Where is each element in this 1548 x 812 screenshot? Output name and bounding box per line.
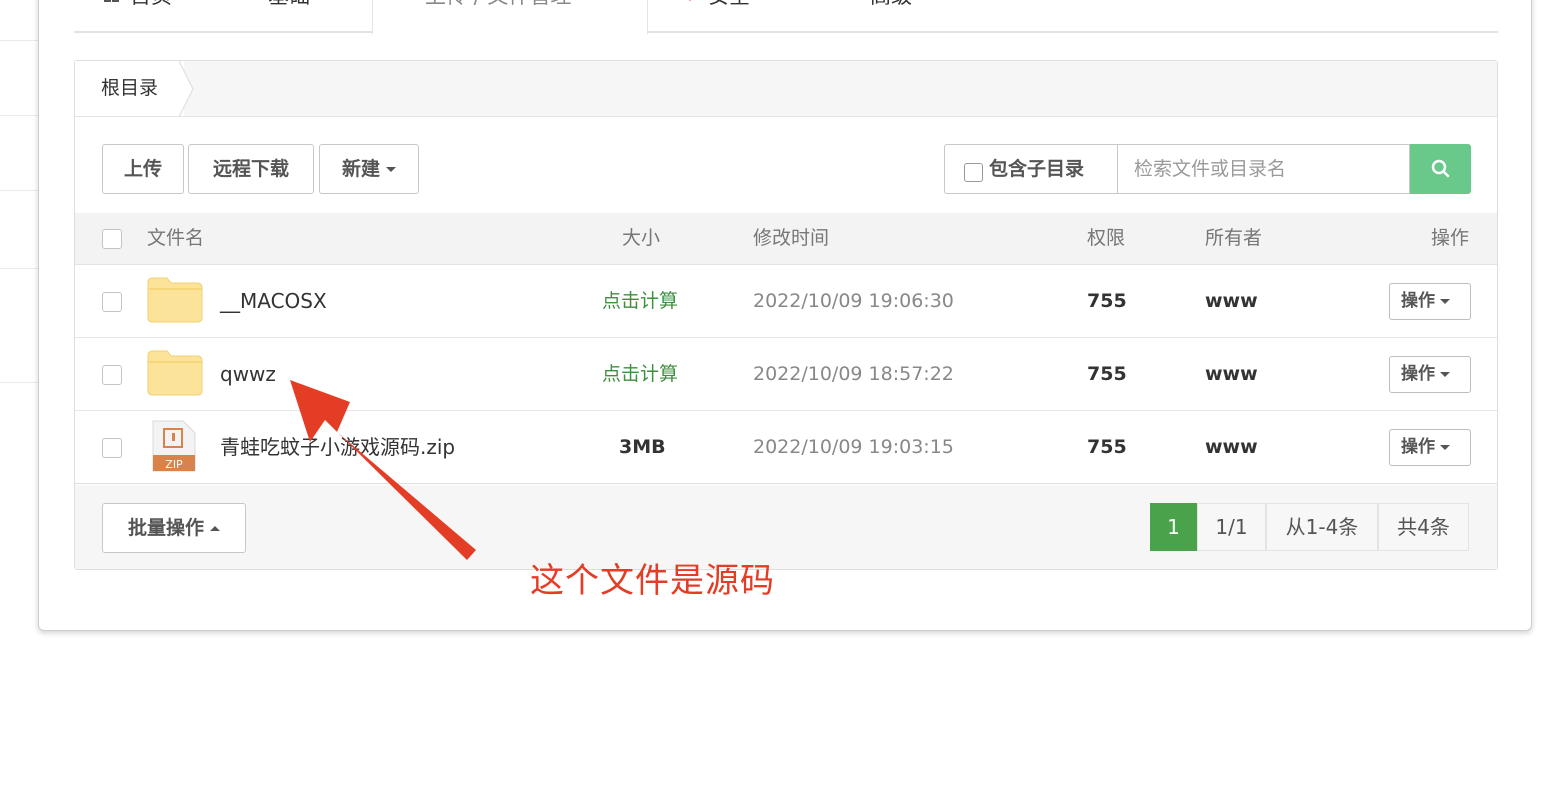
batch-label: 批量操作 — [127, 517, 204, 539]
page-current[interactable]: 1 — [1150, 503, 1197, 551]
row-action-button[interactable]: 操作 — [1389, 283, 1471, 320]
chevron-down-icon — [844, 0, 860, 1]
batch-operation-button[interactable]: 批量操作 — [102, 503, 246, 553]
table-row[interactable]: qwwz 点击计算 2022/10/09 18:57:22 755 www 操作 — [75, 338, 1497, 411]
header-op: 操作 — [1431, 227, 1470, 249]
tab-label: 首页 — [130, 0, 172, 8]
file-manager-modal: 首页 基础 上传 / 文件管理 安全 高级 根目录 — [38, 0, 1532, 631]
zip-icon-text: ZIP — [165, 458, 183, 471]
row-action-label: 操作 — [1401, 437, 1435, 457]
annotation-text: 这个文件是源码 — [530, 561, 775, 601]
row-action-button[interactable]: 操作 — [1389, 429, 1471, 466]
divider — [0, 115, 40, 116]
tab-label: 基础 — [268, 0, 310, 8]
permission[interactable]: 755 — [1087, 338, 1127, 410]
row-checkbox[interactable] — [102, 438, 122, 458]
caret-down-icon — [1440, 444, 1450, 450]
divider — [0, 190, 40, 191]
tab-security[interactable]: 安全 — [682, 0, 750, 33]
caret-down-icon — [1440, 298, 1450, 304]
tab-label: 高级 — [870, 0, 912, 8]
header-perm[interactable]: 权限 — [1087, 213, 1125, 263]
select-all-checkbox[interactable] — [102, 229, 122, 249]
tab-file-manager[interactable]: 上传 / 文件管理 — [372, 0, 648, 35]
owner[interactable]: www — [1205, 265, 1258, 337]
home-icon — [104, 0, 120, 2]
table-row[interactable]: __MACOSX 点击计算 2022/10/09 19:06:30 755 ww… — [75, 265, 1497, 338]
file-name[interactable]: 青蛙吃蚊子小游戏源码.zip — [220, 411, 455, 483]
include-subdir-checkbox[interactable] — [964, 163, 983, 182]
page-total: 共4条 — [1378, 503, 1469, 551]
folder-icon — [147, 350, 203, 400]
file-name[interactable]: __MACOSX — [220, 265, 327, 337]
file-name[interactable]: qwwz — [220, 338, 276, 410]
include-subdir-label: 包含子目录 — [989, 158, 1085, 180]
header-owner[interactable]: 所有者 — [1205, 213, 1262, 263]
breadcrumb-root[interactable]: 根目录 — [75, 61, 185, 116]
header-mtime[interactable]: 修改时间 — [753, 213, 829, 263]
tab-label: 上传 / 文件管理 — [425, 0, 571, 8]
page-range: 从1-4条 — [1266, 503, 1378, 551]
upload-button[interactable]: 上传 — [102, 144, 184, 194]
divider — [0, 382, 40, 383]
include-subdir-toggle[interactable]: 包含子目录 — [944, 144, 1117, 194]
tab-label: 安全 — [708, 0, 750, 8]
breadcrumb: 根目录 — [75, 61, 1497, 117]
tab-home[interactable]: 首页 — [104, 0, 172, 33]
caret-down-icon — [1440, 371, 1450, 377]
tab-bar: 首页 基础 上传 / 文件管理 安全 高级 — [74, 0, 1498, 35]
table-header: 文件名 大小 修改时间 权限 所有者 操作 — [75, 213, 1497, 265]
caret-up-icon — [210, 526, 220, 531]
caret-down-icon — [386, 167, 396, 172]
new-dropdown-button[interactable]: 新建 — [319, 144, 419, 194]
shield-icon — [682, 0, 698, 1]
table-row[interactable]: ZIP 青蛙吃蚊子小游戏源码.zip 3MB 2022/10/09 19:03:… — [75, 411, 1497, 484]
divider — [0, 268, 40, 269]
permission[interactable]: 755 — [1087, 411, 1127, 483]
search-icon — [1431, 159, 1450, 178]
size-calc-link[interactable]: 点击计算 — [602, 265, 678, 337]
search-input[interactable] — [1117, 144, 1410, 194]
search-button[interactable] — [1410, 144, 1471, 194]
row-action-label: 操作 — [1401, 291, 1435, 311]
file-size: 3MB — [619, 436, 666, 458]
tab-advanced[interactable]: 高级 — [844, 0, 912, 33]
cube-icon — [242, 0, 258, 1]
modified-time: 2022/10/09 19:03:15 — [753, 436, 954, 458]
new-label: 新建 — [341, 158, 380, 180]
folder-icon — [147, 277, 203, 327]
size-calc-link[interactable]: 点击计算 — [602, 338, 678, 410]
tab-basic[interactable]: 基础 — [242, 0, 310, 33]
file-panel: 根目录 上传 远程下载 新建 包含子目录 文件名 大小 修改时间 权限 — [74, 60, 1498, 570]
remote-download-button[interactable]: 远程下载 — [188, 144, 314, 194]
zip-file-icon: ZIP — [151, 419, 197, 477]
owner[interactable]: www — [1205, 411, 1258, 483]
modified-time: 2022/10/09 19:06:30 — [753, 290, 954, 312]
header-size[interactable]: 大小 — [622, 213, 660, 263]
owner[interactable]: www — [1205, 338, 1258, 410]
divider — [0, 40, 40, 41]
permission[interactable]: 755 — [1087, 265, 1127, 337]
modified-time: 2022/10/09 18:57:22 — [753, 363, 954, 385]
header-name[interactable]: 文件名 — [147, 213, 204, 263]
row-action-button[interactable]: 操作 — [1389, 356, 1471, 393]
search-group: 包含子目录 — [944, 144, 1471, 194]
row-checkbox[interactable] — [102, 365, 122, 385]
upload-icon — [399, 0, 415, 1]
page-count: 1/1 — [1197, 503, 1266, 551]
row-action-label: 操作 — [1401, 364, 1435, 384]
table-footer: 批量操作 1 1/1 从1-4条 共4条 — [75, 485, 1497, 569]
row-checkbox[interactable] — [102, 292, 122, 312]
